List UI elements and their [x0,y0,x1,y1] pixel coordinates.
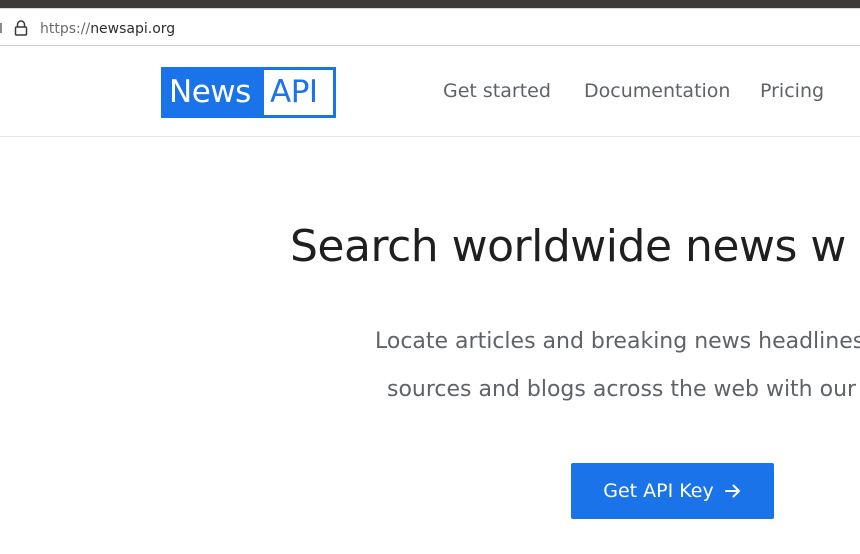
nav-documentation-link[interactable]: Documentation [584,79,730,103]
nav-get-started-link[interactable]: Get started [443,79,551,103]
arrow-right-icon [724,484,740,498]
newsapi-logo[interactable]: News API [161,67,336,118]
logo-api-text: API [264,70,333,115]
hero-description-line-2: sources and blogs across the web with ou… [387,377,860,402]
logo-news-text: News [164,70,264,115]
site-header: News API Get started Documentation Prici… [0,47,860,137]
address-bar[interactable]: https://newsapi.org [0,8,860,46]
nav-pricing-link[interactable]: Pricing [760,79,824,103]
lock-icon [14,20,28,36]
get-api-key-button[interactable]: Get API Key [571,463,774,519]
url-host: newsapi.org [90,21,176,37]
url-text[interactable]: https://newsapi.org [40,20,175,38]
edge-marker [0,23,3,33]
hero-description-line-1: Locate articles and breaking news headli… [375,329,860,354]
hero-title: Search worldwide news w [290,221,846,272]
url-scheme: https:// [40,21,91,37]
browser-top-strip [0,0,860,8]
get-api-key-label: Get API Key [603,480,714,502]
